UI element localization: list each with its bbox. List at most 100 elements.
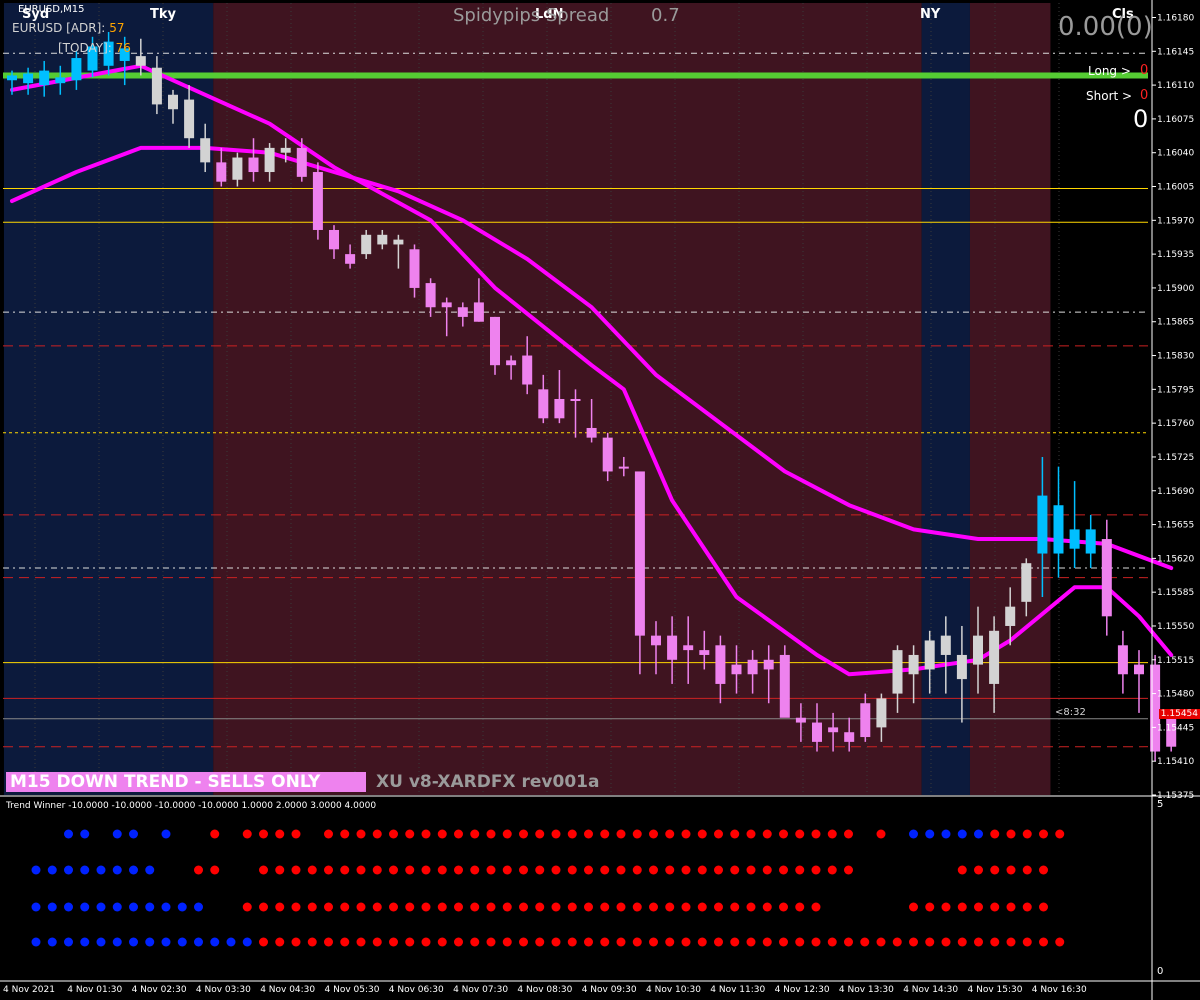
trend-dot-red [356, 865, 366, 875]
candle-body [7, 75, 17, 81]
trend-dot-blue [194, 937, 203, 947]
price-chart: 1.16180 1.16145 1.16110 1.16075 1.16040 1.160… [0, 0, 1200, 1000]
candle-body [184, 99, 195, 139]
price-tick-label: 1.16180 [1157, 13, 1194, 23]
trend-dot-red [909, 902, 918, 912]
trend-dot-red [649, 937, 658, 947]
trend-dot-red [372, 829, 382, 839]
trend-dot-red [324, 865, 333, 875]
trend-dot-red [372, 937, 382, 947]
trend-dot-red [811, 829, 821, 839]
price-tick-label: 1.15480 [1157, 690, 1194, 700]
trend-dot-red [356, 937, 366, 947]
trend-dot-red [990, 902, 1000, 912]
trend-dot-red [372, 865, 382, 875]
trend-dot-red [795, 902, 805, 912]
trend-dot-red [762, 865, 772, 875]
trend-dot-blue [941, 829, 951, 839]
trend-dot-red [697, 829, 707, 839]
trend-dot-red [389, 829, 398, 839]
trend-dot-red [275, 829, 285, 839]
time-tick-label: 4 Nov 06:30 [389, 985, 444, 995]
trend-dot-red [649, 865, 658, 875]
candle-body [618, 466, 629, 469]
trend-dot-red [194, 865, 203, 875]
trend-dot-red [210, 829, 220, 839]
price-tick-label: 1.15410 [1157, 757, 1194, 767]
trend-dot-red [356, 829, 366, 839]
candle-body [312, 172, 323, 230]
trend-dot-red [502, 937, 512, 947]
candle-body [506, 360, 517, 366]
trend-dot-blue [64, 937, 73, 947]
trend-dot-blue [80, 937, 90, 947]
price-tick-label: 1.16040 [1157, 149, 1194, 159]
trend-dot-red [1006, 829, 1016, 839]
candle-body [1037, 495, 1048, 554]
trend-dot-red [502, 902, 512, 912]
trend-dot-red [551, 865, 561, 875]
trend-dot-red [340, 829, 350, 839]
candle-body [554, 399, 565, 419]
trend-dot-blue [96, 937, 106, 947]
candle-body [651, 635, 661, 646]
candle-body [151, 67, 162, 105]
price-tick-label: 1.16075 [1157, 115, 1194, 125]
trend-dot-red [1039, 829, 1048, 839]
trend-dot-red [486, 865, 496, 875]
trend-dot-red [437, 829, 447, 839]
time-tick-label: 4 Nov 08:30 [517, 985, 572, 995]
candle-body [876, 698, 887, 728]
trend-dot-blue [47, 902, 57, 912]
adr-label: EURUSD [ADR]: [12, 21, 106, 35]
trend-dot-red [730, 902, 740, 912]
trend-dot-red [1022, 902, 1032, 912]
trend-dot-red [584, 865, 593, 875]
candle-body [1053, 505, 1064, 554]
trend-dot-red [974, 937, 983, 947]
trend-dot-blue [31, 902, 41, 912]
candle-body [409, 249, 420, 288]
trend-dot-blue [925, 829, 935, 839]
candle-body [860, 703, 871, 738]
trend-dot-red [291, 902, 301, 912]
trend-dot-blue [112, 865, 122, 875]
trend-dot-blue [80, 829, 90, 839]
trend-dot-red [307, 865, 317, 875]
trend-dot-red [1039, 902, 1048, 912]
trend-dot-red [844, 937, 853, 947]
candle-body [232, 157, 243, 180]
candle-body [490, 316, 500, 366]
trend-dot-blue [129, 865, 138, 875]
adr-readout: EURUSD [ADR]: 57 [12, 21, 124, 35]
trend-dot-red [535, 865, 545, 875]
trend-dot-red [974, 865, 983, 875]
trend-dot-blue [129, 829, 138, 839]
trend-dot-red [470, 902, 480, 912]
trend-dot-blue [226, 937, 236, 947]
trend-dot-red [714, 829, 723, 839]
candle-body [683, 645, 694, 651]
trend-dot-red [324, 902, 333, 912]
today-label: [TODAY]: [58, 41, 112, 55]
candle-body [940, 635, 951, 655]
trend-dot-red [454, 937, 463, 947]
short-value: 0 [1140, 88, 1149, 103]
spread-label: Spidypips Spread [453, 5, 610, 26]
trend-dot-red [275, 865, 285, 875]
trend-dot-red [779, 865, 788, 875]
trend-dot-red [1006, 865, 1016, 875]
trend-dot-red [925, 937, 935, 947]
trend-dot-red [584, 937, 593, 947]
trend-dot-red [584, 902, 593, 912]
trend-dot-blue [64, 865, 73, 875]
time-tick-label: 4 Nov 11:30 [710, 985, 765, 995]
total-value: 0 [1133, 105, 1149, 133]
trend-dot-red [551, 829, 561, 839]
time-tick-label: 4 Nov 10:30 [646, 985, 701, 995]
spread-readout: Spidypips Spread 0.7 [453, 5, 680, 26]
price-tick-label: 1.16145 [1157, 47, 1194, 57]
trend-dot-red [259, 865, 268, 875]
trend-dot-red [405, 865, 415, 875]
candle-body [296, 147, 307, 177]
